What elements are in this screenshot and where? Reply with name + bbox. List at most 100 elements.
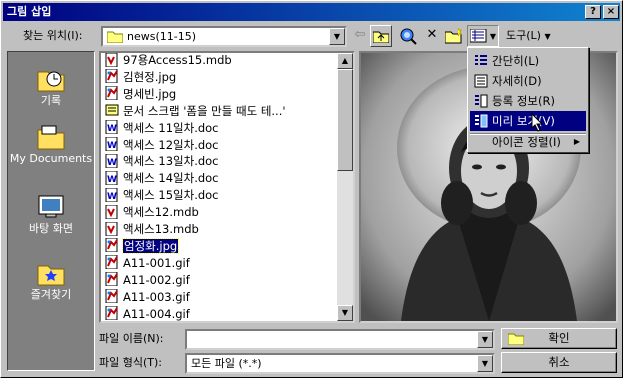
place-label: 즐겨찾기 [30,288,72,301]
file-item[interactable]: W 액세스 11일차.doc [105,119,219,136]
file-item[interactable]: 문서 스크랩 '폼을 만들 때도 테...' [105,103,286,119]
tools-label: 도구(L) [506,29,541,42]
access-database-icon [105,204,119,220]
menu-item-arrange-icons[interactable]: 아이콘 정렬(I) ▶ [470,132,586,152]
file-item[interactable]: A11-003.gif [105,288,190,305]
place-label: 바탕 화면 [29,222,73,235]
image-file-icon [105,85,119,101]
lookin-label: 찾는 위치(I): [23,29,83,42]
properties-view-icon [474,94,488,108]
places-bar: 기록 My Documents 바탕 화면 즐겨찾기 [7,51,95,371]
filename-label: 파일 이름(N): [99,332,164,345]
help-button[interactable]: ? [585,5,601,19]
word-document-icon: W [105,136,119,152]
open-folder-icon [507,332,525,346]
delete-icon[interactable]: ✕ [421,25,443,47]
word-document-icon: W [105,153,119,169]
file-name: 김현정.jpg [123,69,177,84]
file-item[interactable]: 액세스12.mdb [105,204,199,220]
menu-item-details[interactable]: 자세히(D) [470,71,586,91]
file-item[interactable]: A11-001.gif [105,254,190,271]
scroll-thumb[interactable] [337,69,353,171]
file-name: 액세스 13일차.doc [123,154,219,169]
image-file-icon [105,237,119,253]
filetype-select[interactable]: 모든 파일 (*.*) ▼ [185,353,495,374]
place-label: My Documents [9,152,93,165]
file-item[interactable]: 명세빈.jpg [105,85,177,102]
ok-label: 확인 [548,331,570,345]
scroll-up-button[interactable]: ▲ [337,53,353,69]
chevron-down-icon: ▼ [544,32,551,41]
file-item[interactable]: W 액세스 13일차.doc [105,153,219,169]
insert-picture-dialog: 그림 삽입 ? × 찾는 위치(I): news(11-15) ▼ ⇦ ✕ ▼ … [0,0,623,378]
file-name: 액세스 15일차.doc [123,188,219,203]
svg-text:W: W [107,175,117,185]
file-name: 액세스13.mdb [123,222,199,236]
file-item[interactable]: W 액세스 14일차.doc [105,170,219,186]
search-web-icon[interactable] [397,25,419,47]
views-menu: 간단히(L) 자세히(D) 등록 정보(R) 미리 보기(V) 아이콘 정렬(I… [467,47,589,153]
file-item[interactable]: A11-004.gif [105,305,190,322]
place-history[interactable]: 기록 [8,64,94,107]
file-name: 명세빈.jpg [123,86,177,101]
access-database-icon [105,221,119,236]
image-file-icon [105,305,119,321]
file-item[interactable]: 김현정.jpg [105,68,177,85]
file-item[interactable]: W 액세스 12일차.doc [105,136,219,153]
file-item[interactable]: 엄정화.jpg [105,237,180,254]
submenu-arrow-icon: ▶ [573,137,580,146]
list-view-icon [474,54,488,68]
history-icon [36,64,66,92]
file-name: 문서 스크랩 '폼을 만들 때도 테...' [123,103,286,118]
file-item[interactable]: 97용Access15.mdb [105,53,232,68]
file-list[interactable]: 97용Access15.mdb 김현정.jpg 명세빈.jpg 문서 스크랩 '폼을 … [99,51,355,323]
filetype-value: 모든 파일 (*.*) [191,357,262,370]
file-name: A11-004.gif [123,306,190,321]
image-file-icon [105,271,119,287]
menu-item-label: 등록 정보(R) [492,94,555,108]
title-bar[interactable]: 그림 삽입 [3,3,620,21]
tools-menu-button[interactable]: 도구(L) ▼ [506,29,551,44]
place-desktop[interactable]: 바탕 화면 [8,192,94,235]
cancel-button[interactable]: 취소 [501,352,617,373]
file-name: 액세스 12일차.doc [123,137,219,152]
cancel-label: 취소 [548,355,570,369]
lookin-combo[interactable]: news(11-15) ▼ [101,26,347,47]
close-button[interactable]: × [603,5,619,19]
filename-dropdown-button[interactable]: ▼ [477,331,493,348]
svg-text:W: W [107,158,117,168]
access-database-icon [105,53,119,67]
filetype-dropdown-button[interactable]: ▼ [477,355,493,372]
image-file-icon [105,254,119,270]
scrap-document-icon [105,103,119,117]
place-label: 기록 [40,94,62,107]
filetype-label: 파일 형식(T): [99,356,162,369]
window-title: 그림 삽입 [7,5,52,18]
back-icon[interactable]: ⇦ [349,25,371,47]
views-button[interactable]: ▼ [467,25,499,47]
file-name: 액세스 14일차.doc [123,171,219,186]
file-item[interactable]: 액세스13.mdb [105,221,199,237]
place-my-documents[interactable]: My Documents [8,122,94,165]
file-name: 액세스 11일차.doc [123,120,219,135]
menu-item-list[interactable]: 간단히(L) [470,51,586,71]
preview-view-icon [474,114,488,128]
file-name: 엄정화.jpg [121,237,180,254]
menu-item-properties[interactable]: 등록 정보(R) [470,91,586,111]
scroll-down-button[interactable]: ▼ [337,305,353,321]
mouse-cursor-icon [531,112,544,133]
lookin-dropdown-button[interactable]: ▼ [329,28,345,45]
file-item[interactable]: A11-002.gif [105,271,190,288]
new-folder-icon[interactable] [443,25,465,47]
file-list-scrollbar[interactable]: ▲ ▼ [337,53,353,321]
filename-input[interactable]: ▼ [185,329,495,350]
menu-item-label: 자세히(D) [492,74,542,88]
place-favorites[interactable]: 즐겨찾기 [8,258,94,301]
up-folder-icon[interactable] [370,25,392,47]
word-document-icon: W [105,170,119,186]
ok-button[interactable]: 확인 [501,328,617,349]
menu-item-preview[interactable]: 미리 보기(V) [470,111,586,131]
word-document-icon: W [105,119,119,135]
file-item[interactable]: W 액세스 15일차.doc [105,187,219,203]
word-document-icon: W [105,187,119,203]
